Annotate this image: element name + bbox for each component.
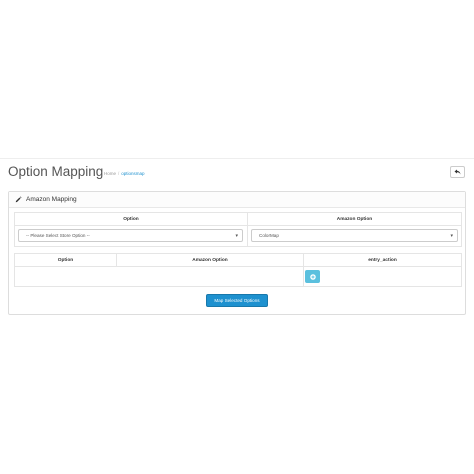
store-option-select-value: -- Please Select Store Option -- bbox=[26, 233, 90, 238]
plus-circle-icon bbox=[309, 273, 316, 280]
breadcrumb-separator: / bbox=[118, 171, 120, 176]
add-mapping-button[interactable] bbox=[305, 270, 320, 283]
column-divider bbox=[247, 213, 248, 246]
chevron-down-icon: ▾ bbox=[235, 233, 238, 239]
amazon-option-select-value: ColorMap bbox=[259, 233, 279, 238]
chevron-down-icon: ▾ bbox=[450, 233, 453, 239]
amazon-option-column-header: Amazon Option bbox=[248, 213, 461, 226]
reply-icon bbox=[454, 169, 461, 175]
mapping-table: Option Amazon Option entry_action bbox=[14, 253, 462, 287]
breadcrumb-home[interactable]: Home bbox=[104, 171, 116, 176]
column-divider bbox=[303, 254, 304, 286]
breadcrumb: Home / optionsmap bbox=[104, 171, 145, 176]
mapping-entry-action-header: entry_action bbox=[304, 254, 461, 267]
map-selected-options-button[interactable]: Map Selected Options bbox=[206, 294, 268, 307]
mapping-amazon-option-header: Amazon Option bbox=[117, 254, 303, 267]
breadcrumb-optionsmap[interactable]: optionsmap bbox=[121, 171, 144, 176]
store-option-select[interactable]: -- Please Select Store Option -- ▾ bbox=[18, 229, 243, 242]
mapping-option-header: Option bbox=[15, 254, 116, 267]
pencil-icon bbox=[15, 196, 22, 203]
option-column-header: Option bbox=[15, 213, 247, 226]
panel-heading: Amazon Mapping bbox=[9, 192, 465, 208]
column-divider bbox=[116, 254, 117, 267]
panel-title: Amazon Mapping bbox=[26, 196, 77, 203]
back-button[interactable] bbox=[450, 166, 465, 178]
page-title: Option Mapping bbox=[8, 164, 104, 179]
amazon-option-select[interactable]: ColorMap ▾ bbox=[251, 229, 458, 242]
